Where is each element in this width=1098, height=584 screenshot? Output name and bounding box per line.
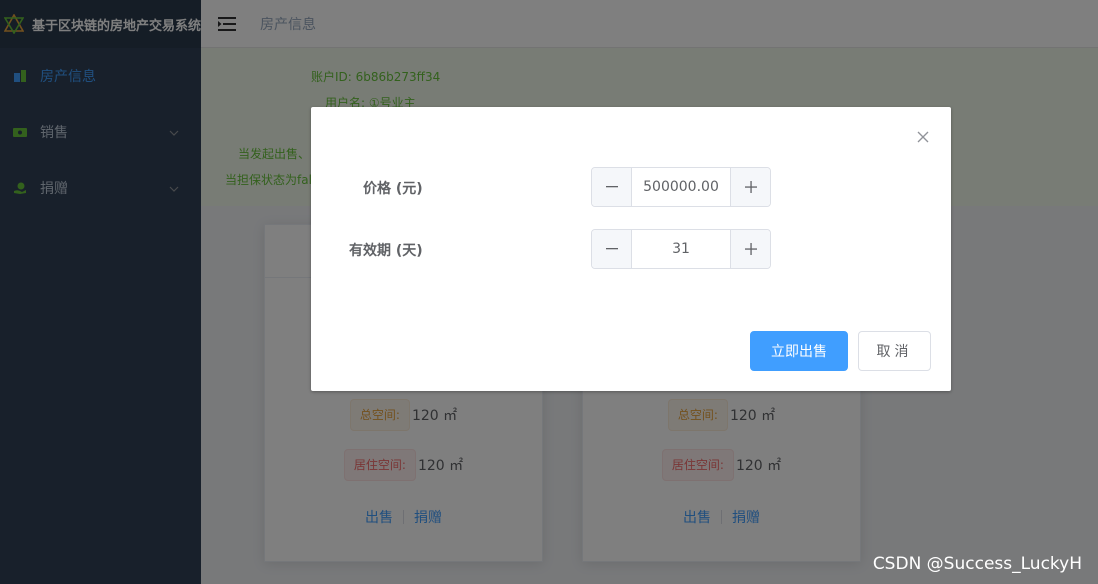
period-decrease-button[interactable] xyxy=(592,230,632,268)
close-icon[interactable] xyxy=(915,129,931,145)
price-input[interactable] xyxy=(632,168,730,206)
price-label: 价格 (元) xyxy=(363,181,423,197)
cancel-button[interactable]: 取消 xyxy=(858,331,931,371)
validity-period-stepper xyxy=(591,229,771,269)
period-input[interactable] xyxy=(632,230,730,268)
watermark: CSDN @Success_LuckyH xyxy=(872,554,1082,574)
sell-now-button[interactable]: 立即出售 xyxy=(750,331,848,371)
price-stepper xyxy=(591,167,771,207)
validity-period-label: 有效期 (天) xyxy=(349,243,423,259)
period-increase-button[interactable] xyxy=(730,230,770,268)
price-increase-button[interactable] xyxy=(730,168,770,206)
sell-dialog: 价格 (元) 有效期 (天) 立即出售 取消 xyxy=(311,107,951,391)
price-decrease-button[interactable] xyxy=(592,168,632,206)
